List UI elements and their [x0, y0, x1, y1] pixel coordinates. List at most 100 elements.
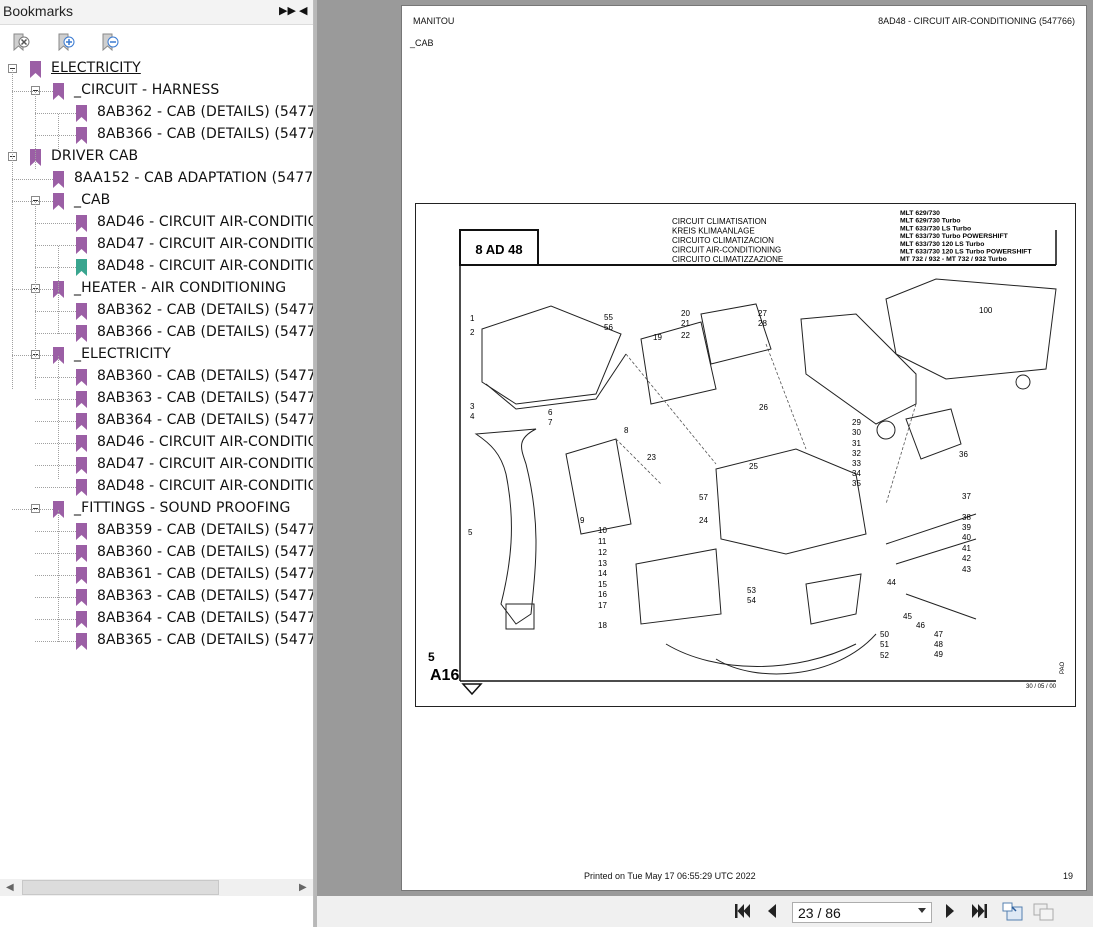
bookmark-row[interactable]: _HEATER - AIR CONDITIONING — [0, 279, 313, 301]
bookmark-label[interactable]: 8AB362 - CAB (DETAILS) (54776 — [97, 104, 313, 120]
bookmark-row[interactable]: 8AB361 - CAB (DETAILS) (54776 — [0, 565, 313, 587]
page-number-select[interactable]: 23 / 86 — [792, 902, 932, 923]
bookmark-row[interactable]: ELECTRICITY — [0, 59, 313, 81]
bookmark-label[interactable]: 8AB362 - CAB (DETAILS) (54776 — [97, 302, 313, 318]
bookmark-row[interactable]: 8AB362 - CAB (DETAILS) (54776 — [0, 301, 313, 323]
bookmark-label[interactable]: 8AD46 - CIRCUIT AIR-CONDITIO — [97, 214, 313, 230]
horizontal-scrollbar[interactable]: ◀ ▶ — [0, 879, 313, 896]
delete-bookmark-icon[interactable] — [10, 31, 32, 53]
two-page-icon[interactable] — [1033, 902, 1055, 922]
panel-header: Bookmarks ▶▶ ◀ — [0, 0, 313, 25]
callout-number: 17 — [598, 601, 607, 610]
bookmark-row[interactable]: DRIVER CAB — [0, 147, 313, 169]
printed-on-footer: Printed on Tue May 17 06:55:29 UTC 2022 — [584, 871, 756, 881]
bookmark-row[interactable]: 8AA152 - CAB ADAPTATION (54776 — [0, 169, 313, 191]
last-page-icon[interactable] — [971, 902, 989, 920]
bookmark-row[interactable]: 8AB360 - CAB (DETAILS) (54776 — [0, 367, 313, 389]
figure-footer-number: 5 — [428, 650, 435, 664]
bookmark-row[interactable]: 8AB362 - CAB (DETAILS) (54776 — [0, 103, 313, 125]
bookmark-label[interactable]: ELECTRICITY — [51, 60, 141, 76]
close-panel-icon[interactable]: ◀ — [299, 5, 307, 17]
bookmark-label[interactable]: 8AB364 - CAB (DETAILS) (54776 — [97, 412, 313, 428]
document-viewer[interactable]: MANITOU 8AD48 - CIRCUIT AIR-CONDITIONING… — [317, 0, 1093, 927]
bookmark-label[interactable]: 8AB360 - CAB (DETAILS) (54776 — [97, 368, 313, 384]
bookmark-row[interactable]: 8AB364 - CAB (DETAILS) (54776 — [0, 411, 313, 433]
callout-number: 49 — [934, 650, 943, 659]
bookmark-row[interactable]: 8AB363 - CAB (DETAILS) (54776 — [0, 389, 313, 411]
bookmark-icon — [53, 83, 64, 100]
bookmark-row[interactable]: 8AB359 - CAB (DETAILS) (54776 — [0, 521, 313, 543]
bookmark-icon — [76, 215, 87, 232]
diagram-code: 8 AD 48 — [475, 242, 522, 257]
tree-guide-line — [58, 356, 59, 479]
bookmark-row[interactable]: 8AD46 - CIRCUIT AIR-CONDITIO — [0, 213, 313, 235]
bookmark-label[interactable]: 8AD48 - CIRCUIT AIR-CONDITIO — [97, 478, 313, 494]
bookmark-label[interactable]: _CIRCUIT - HARNESS — [74, 82, 219, 98]
callout-number: 1 — [470, 314, 475, 323]
bookmark-label[interactable]: 8AB363 - CAB (DETAILS) (54776 — [97, 588, 313, 604]
diagram-titles: CIRCUIT CLIMATISATIONKREIS KLIMAANLAGECI… — [672, 217, 783, 264]
control-module — [805, 573, 862, 625]
bookmark-label[interactable]: _ELECTRICITY — [74, 346, 171, 362]
bookmark-label[interactable]: 8AB365 - CAB (DETAILS) (54776 — [97, 632, 313, 648]
bookmark-label[interactable]: 8AB364 - CAB (DETAILS) (54776 — [97, 610, 313, 626]
callout-number: 100 — [979, 306, 993, 315]
new-bookmark-icon[interactable] — [99, 31, 121, 53]
callout-number: 19 — [653, 333, 662, 342]
bookmark-row[interactable]: 8AB364 - CAB (DETAILS) (54776 — [0, 609, 313, 631]
bookmark-icon — [76, 391, 87, 408]
collapse-panel-icon[interactable]: ▶▶ — [279, 5, 296, 17]
bookmark-row[interactable]: 8AB360 - CAB (DETAILS) (54776 — [0, 543, 313, 565]
tree-connector — [35, 113, 76, 114]
bookmark-label[interactable]: 8AB363 - CAB (DETAILS) (54776 — [97, 390, 313, 406]
bookmark-icon — [76, 435, 87, 452]
bookmark-row[interactable]: _ELECTRICITY — [0, 345, 313, 367]
scroll-right-icon[interactable]: ▶ — [299, 882, 307, 893]
bookmark-label[interactable]: 8AD47 - CIRCUIT AIR-CONDITIO — [97, 456, 313, 472]
first-page-icon[interactable] — [733, 902, 751, 920]
expand-bookmark-icon[interactable] — [55, 31, 77, 53]
bookmark-label[interactable]: _HEATER - AIR CONDITIONING — [74, 280, 286, 296]
tree-connector — [35, 575, 76, 576]
callout-number: 21 — [681, 319, 690, 328]
bookmark-row[interactable]: 8AD48 - CIRCUIT AIR-CONDITIO — [0, 477, 313, 499]
bookmark-label[interactable]: 8AB360 - CAB (DETAILS) (54776 — [97, 544, 313, 560]
bookmark-label[interactable]: 8AD48 - CIRCUIT AIR-CONDITIO — [97, 258, 313, 274]
bookmark-row[interactable]: 8AD47 - CIRCUIT AIR-CONDITIO — [0, 455, 313, 477]
bookmark-row[interactable]: 8AD48 - CIRCUIT AIR-CONDITIO — [0, 257, 313, 279]
scroll-left-icon[interactable]: ◀ — [6, 882, 14, 893]
bookmark-label[interactable]: 8AB359 - CAB (DETAILS) (54776 — [97, 522, 313, 538]
bookmark-row[interactable]: 8AB366 - CAB (DETAILS) (54776 — [0, 323, 313, 345]
callout-number: 5 — [468, 528, 473, 537]
bookmark-label[interactable]: 8AB366 - CAB (DETAILS) (54776 — [97, 126, 313, 142]
tree-connector — [35, 443, 76, 444]
control-panel — [905, 408, 962, 460]
bookmark-label[interactable]: 8AB361 - CAB (DETAILS) (54776 — [97, 566, 313, 582]
bookmark-row[interactable]: _CIRCUIT - HARNESS — [0, 81, 313, 103]
diagram-drawing: 8 AD 48 CIRCUIT CLIMATISATIONKREIS KLIMA… — [428, 210, 1066, 696]
bookmark-row[interactable]: _FITTINGS - SOUND PROOFING — [0, 499, 313, 521]
bookmark-row[interactable]: 8AD46 - CIRCUIT AIR-CONDITIO — [0, 433, 313, 455]
bookmark-row[interactable]: 8AB365 - CAB (DETAILS) (54776 — [0, 631, 313, 653]
bookmark-label[interactable]: 8AB366 - CAB (DETAILS) (54776 — [97, 324, 313, 340]
bookmark-label[interactable]: DRIVER CAB — [51, 148, 138, 164]
prev-page-icon[interactable] — [765, 902, 779, 920]
panel-title: Bookmarks — [3, 3, 74, 19]
fit-page-icon[interactable] — [1002, 902, 1024, 922]
bookmark-label[interactable]: _FITTINGS - SOUND PROOFING — [74, 500, 291, 516]
next-page-icon[interactable] — [943, 902, 957, 920]
bookmark-row[interactable]: 8AB363 - CAB (DETAILS) (54776 — [0, 587, 313, 609]
bookmark-row[interactable]: _CAB — [0, 191, 313, 213]
bookmark-label[interactable]: 8AD46 - CIRCUIT AIR-CONDITIO — [97, 434, 313, 450]
chevron-down-icon[interactable] — [918, 908, 926, 913]
bookmark-label[interactable]: _CAB — [74, 192, 110, 208]
tree-connector — [35, 619, 76, 620]
bookmark-label[interactable]: 8AA152 - CAB ADAPTATION (54776 — [74, 170, 313, 186]
diagram-model-line: MLT 629/730 — [900, 210, 940, 217]
bookmark-icon — [76, 523, 87, 540]
bookmark-label[interactable]: 8AD47 - CIRCUIT AIR-CONDITIO — [97, 236, 313, 252]
tree-connector — [35, 421, 76, 422]
bookmark-row[interactable]: 8AB366 - CAB (DETAILS) (54776 — [0, 125, 313, 147]
scrollbar-thumb[interactable] — [22, 880, 219, 895]
bookmark-row[interactable]: 8AD47 - CIRCUIT AIR-CONDITIO — [0, 235, 313, 257]
